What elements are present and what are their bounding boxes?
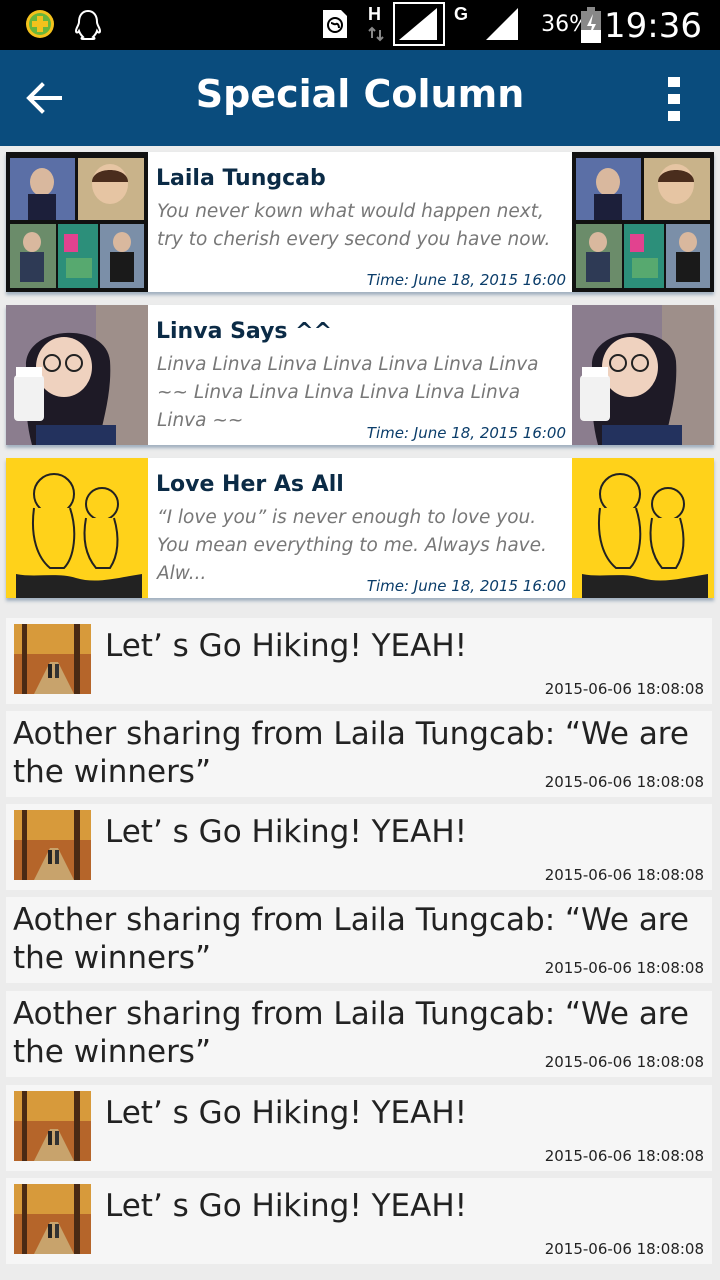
- post-title: Let’ s Go Hiking! YEAH!: [105, 814, 468, 850]
- page-title: Special Column: [195, 72, 525, 116]
- clock: 19:36: [604, 6, 702, 46]
- featured-card[interactable]: Linva Says ^^ Linva Linva Linva Linva Li…: [6, 305, 714, 445]
- signal-strength-icon: [393, 2, 445, 46]
- network-g-label: G: [454, 4, 469, 24]
- hiking-photo-image: [14, 1091, 91, 1161]
- post-date: 2015-06-06 18:08:08: [544, 1053, 704, 1071]
- hiking-photo-image: [14, 810, 91, 880]
- card-title: Love Her As All: [156, 472, 344, 497]
- card-time: Time: June 18, 2015 16:00: [366, 424, 566, 442]
- status-bar: H G 36% 19:36: [0, 0, 720, 50]
- hiking-photo-image: [14, 624, 91, 694]
- network-h-label: H: [368, 4, 381, 24]
- list-item[interactable]: Aother sharing from Laila Tungcab: “We a…: [6, 991, 712, 1077]
- battery-charging-icon: [581, 7, 601, 43]
- card-time: Time: June 18, 2015 16:00: [366, 577, 566, 595]
- list-item[interactable]: Let’ s Go Hiking! YEAH! 2015-06-06 18:08…: [6, 618, 712, 704]
- more-vertical-icon[interactable]: [668, 77, 680, 121]
- girl-photo-image: [572, 305, 714, 445]
- post-title: Let’ s Go Hiking! YEAH!: [105, 628, 468, 664]
- list-item[interactable]: Aother sharing from Laila Tungcab: “We a…: [6, 711, 712, 797]
- card-title: Linva Says ^^: [156, 319, 333, 344]
- app-bar: Special Column: [0, 50, 720, 146]
- list-item[interactable]: Let’ s Go Hiking! YEAH! 2015-06-06 18:08…: [6, 1178, 712, 1264]
- globe-file-icon: [323, 10, 347, 38]
- list-item[interactable]: Aother sharing from Laila Tungcab: “We a…: [6, 897, 712, 983]
- featured-card[interactable]: Love Her As All “I love you” is never en…: [6, 458, 714, 598]
- post-date: 2015-06-06 18:08:08: [544, 773, 704, 791]
- cartoon-couple-image: [572, 458, 714, 598]
- post-date: 2015-06-06 18:08:08: [544, 1147, 704, 1165]
- card-description: Linva Linva Linva Linva Linva Linva Linv…: [157, 354, 539, 431]
- cartoon-couple-image: [6, 458, 148, 598]
- post-date: 2015-06-06 18:08:08: [544, 866, 704, 884]
- card-description: You never kown what would happen next, t…: [157, 201, 551, 250]
- list-item[interactable]: Let’ s Go Hiking! YEAH! 2015-06-06 18:08…: [6, 804, 712, 890]
- post-title: Let’ s Go Hiking! YEAH!: [105, 1188, 468, 1224]
- photo-collage-image: [572, 152, 714, 292]
- photo-collage-image: [6, 152, 148, 292]
- signal-strength-2-icon: [486, 8, 518, 40]
- hiking-photo-image: [14, 1184, 91, 1254]
- girl-photo-image: [6, 305, 148, 445]
- featured-card[interactable]: Laila Tungcab You never kown what would …: [6, 152, 714, 292]
- qq-penguin-icon: [74, 9, 102, 40]
- add-app-icon: [26, 10, 54, 38]
- card-time: Time: June 18, 2015 16:00: [366, 271, 566, 289]
- data-arrows-icon: [368, 26, 384, 42]
- list-item[interactable]: Let’ s Go Hiking! YEAH! 2015-06-06 18:08…: [6, 1085, 712, 1171]
- card-title: Laila Tungcab: [156, 166, 326, 191]
- post-date: 2015-06-06 18:08:08: [544, 1240, 704, 1258]
- post-title: Let’ s Go Hiking! YEAH!: [105, 1095, 468, 1131]
- post-date: 2015-06-06 18:08:08: [544, 959, 704, 977]
- card-description: “I love you” is never enough to love you…: [157, 507, 547, 584]
- post-date: 2015-06-06 18:08:08: [544, 680, 704, 698]
